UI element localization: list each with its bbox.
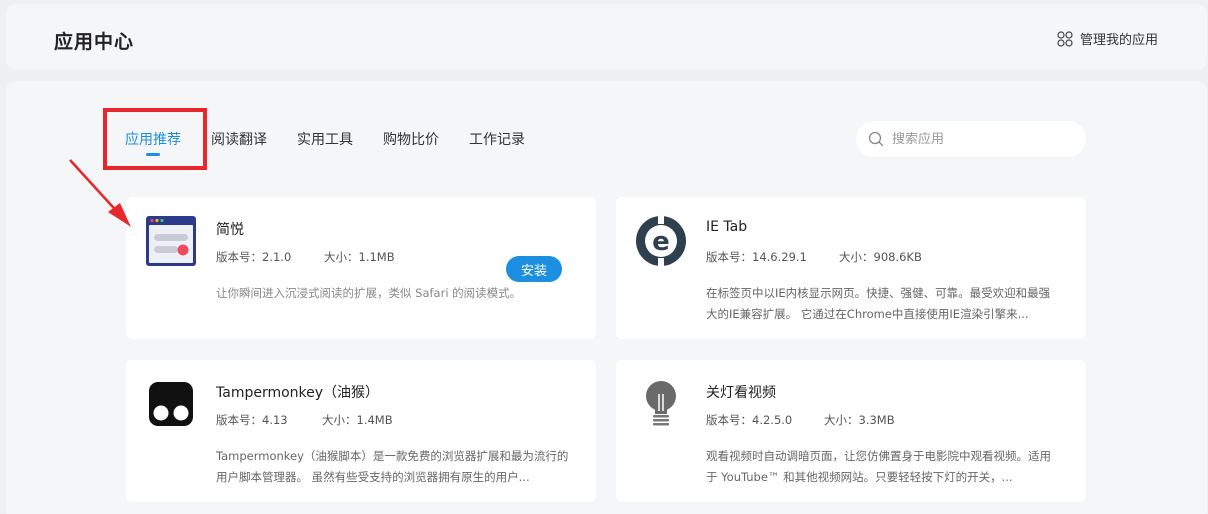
- app-size: 大小：1.4MB: [322, 413, 393, 427]
- tab-reading-translation[interactable]: 阅读翻译: [211, 129, 267, 149]
- app-version: 版本号：4.2.5.0: [706, 413, 793, 427]
- app-size: 大小：1.1MB: [324, 250, 395, 264]
- apps-grid-icon: [1057, 30, 1073, 47]
- highlight-box: [103, 108, 207, 170]
- browser-window-icon: [146, 216, 196, 266]
- app-meta: 版本号：4.2.5.0 大小：3.3MB: [706, 412, 895, 428]
- header-bar: 应用中心 管理我的应用: [6, 4, 1207, 70]
- app-version: 版本号：4.13: [216, 413, 288, 427]
- page-title: 应用中心: [54, 31, 135, 53]
- install-button[interactable]: 安装: [506, 256, 562, 282]
- app-name: Tampermonkey（油猴）: [216, 385, 380, 401]
- search-icon: [868, 131, 884, 147]
- app-card-lights-off[interactable]: 关灯看视频 版本号：4.2.5.0 大小：3.3MB 观看视频时自动调暗页面，让…: [616, 360, 1086, 502]
- app-size: 大小：3.3MB: [824, 413, 895, 427]
- search-input[interactable]: [892, 131, 1072, 147]
- tab-work-records[interactable]: 工作记录: [469, 129, 525, 149]
- tab-shopping[interactable]: 购物比价: [383, 129, 439, 149]
- app-meta: 版本号：14.6.29.1 大小：908.6KB: [706, 249, 922, 265]
- app-meta: 版本号：4.13 大小：1.4MB: [216, 412, 393, 428]
- app-card-ie-tab[interactable]: e IE Tab 版本号：14.6.29.1 大小：908.6KB 在标签页中以…: [616, 197, 1086, 339]
- app-name: IE Tab: [706, 219, 748, 235]
- svg-text:e: e: [652, 227, 670, 257]
- app-name: 关灯看视频: [706, 385, 776, 401]
- app-version: 版本号：14.6.29.1: [706, 250, 807, 264]
- app-card-tampermonkey[interactable]: Tampermonkey（油猴） 版本号：4.13 大小：1.4MB Tampe…: [126, 360, 596, 502]
- ie-tab-icon: e: [636, 216, 686, 266]
- tampermonkey-icon: [149, 382, 193, 426]
- app-size: 大小：908.6KB: [839, 250, 922, 264]
- manage-apps-button[interactable]: 管理我的应用: [1057, 29, 1158, 48]
- app-meta: 版本号：2.1.0 大小：1.1MB: [216, 249, 395, 265]
- app-description: 观看视频时自动调暗页面，让您仿佛置身于电影院中观看视频。适用于 YouTube™…: [706, 449, 1051, 484]
- search-box[interactable]: [856, 121, 1086, 157]
- app-description: 让你瞬间进入沉浸式阅读的扩展，类似 Safari 的阅读模式。: [216, 286, 522, 300]
- app-name: 简悦: [216, 222, 244, 238]
- app-version: 版本号：2.1.0: [216, 250, 292, 264]
- app-description: Tampermonkey（油猴脚本）是一款免费的浏览器扩展和最为流行的用户脚本管…: [216, 449, 569, 484]
- app-description: 在标签页中以IE内核显示网页。快捷、强健、可靠。最受欢迎和最强大的IE兼容扩展。…: [706, 286, 1051, 321]
- manage-apps-label: 管理我的应用: [1079, 33, 1158, 48]
- app-card-jianyue[interactable]: 简悦 版本号：2.1.0 大小：1.1MB 让你瞬间进入沉浸式阅读的扩展，类似 …: [126, 197, 596, 339]
- light-bulb-icon: [646, 381, 676, 426]
- tab-utilities[interactable]: 实用工具: [297, 129, 353, 149]
